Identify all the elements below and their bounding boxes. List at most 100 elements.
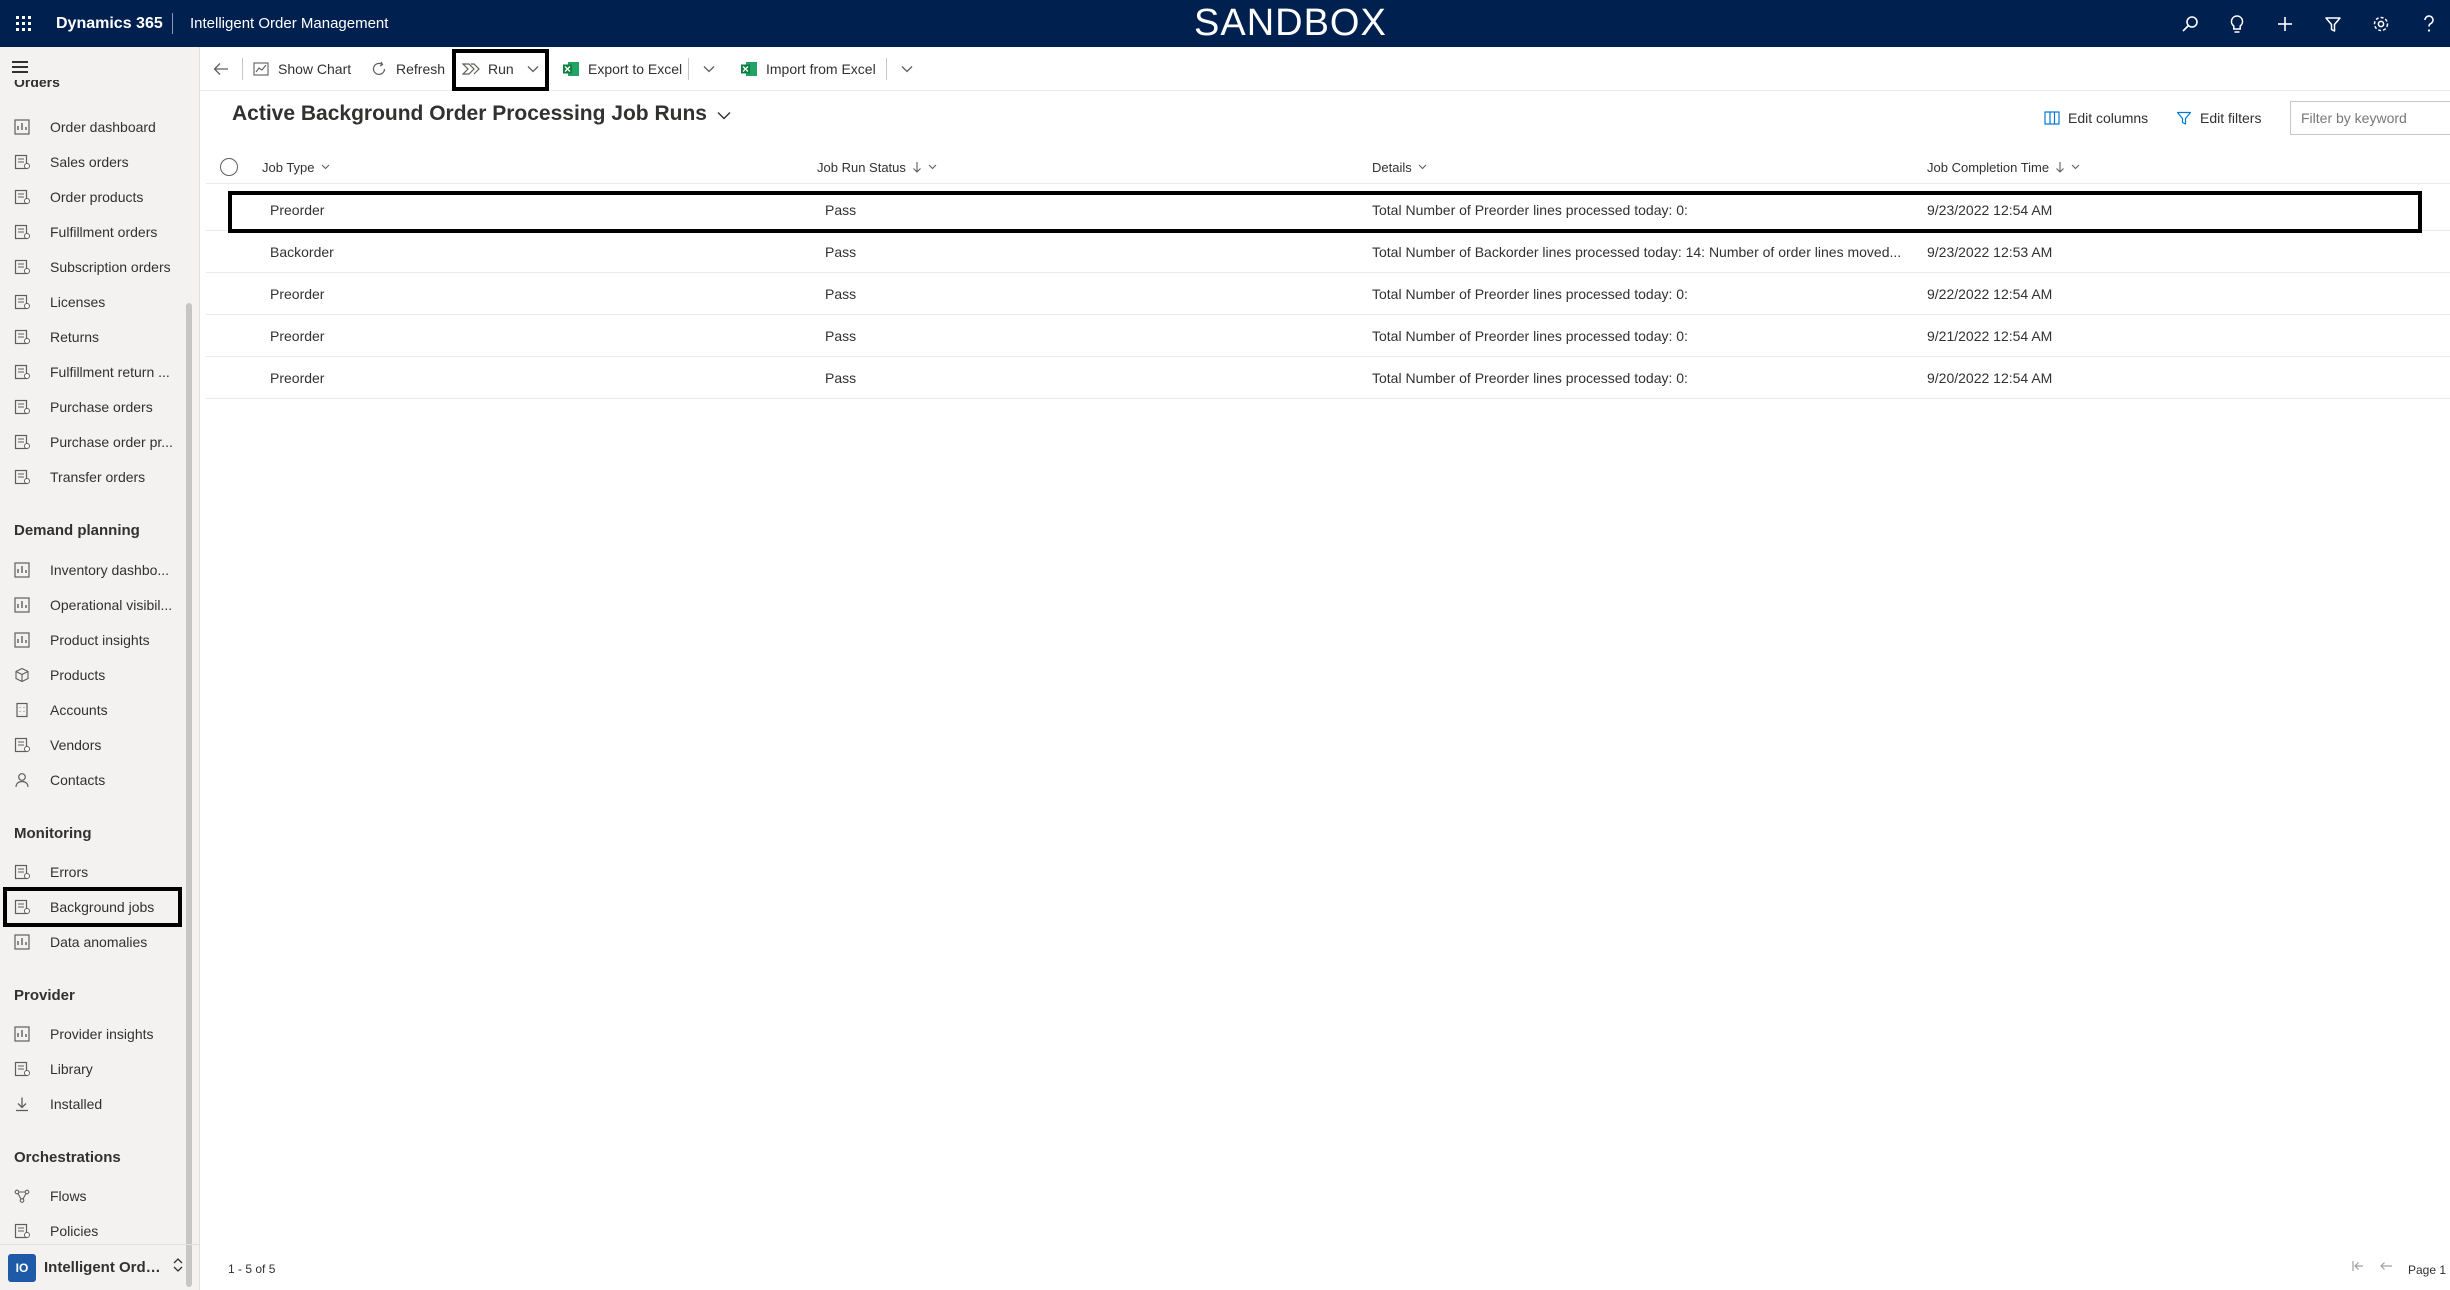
list-icon bbox=[12, 862, 32, 882]
job-type-cell[interactable]: Preorder bbox=[270, 273, 810, 315]
sidebar-item-label: Purchase order pr... bbox=[50, 434, 173, 450]
sidebar-item-label: Provider insights bbox=[50, 1026, 154, 1042]
job-type-cell[interactable]: Backorder bbox=[270, 231, 810, 273]
sidebar-item-operational-visibility[interactable]: Operational visibil... bbox=[8, 589, 180, 621]
sidebar-item-data-anomalies[interactable]: Data anomalies bbox=[8, 926, 180, 958]
sidebar-item-provider-insights[interactable]: Provider insights bbox=[8, 1018, 180, 1050]
gear-icon[interactable] bbox=[2366, 9, 2396, 39]
sidebar-item-licenses[interactable]: Licenses bbox=[8, 286, 180, 318]
sidebar-item-product-insights[interactable]: Product insights bbox=[8, 624, 180, 656]
command-bar: Show Chart Refresh Run Export to Excel I… bbox=[200, 47, 2450, 91]
details-cell: Total Number of Preorder lines processed… bbox=[1372, 328, 1688, 344]
search-icon[interactable] bbox=[2175, 9, 2205, 39]
edit-filters-button[interactable]: Edit filters bbox=[2176, 106, 2261, 130]
back-button[interactable] bbox=[212, 47, 238, 91]
edit-columns-button[interactable]: Edit columns bbox=[2044, 106, 2148, 130]
sidebar-scrollbar[interactable] bbox=[186, 303, 192, 1287]
sidebar-item-order-dashboard[interactable]: Order dashboard bbox=[8, 111, 180, 143]
list-icon bbox=[12, 362, 32, 382]
sidebar-item-label: Order dashboard bbox=[50, 119, 156, 135]
sidebar-item-flows[interactable]: Flows bbox=[8, 1180, 180, 1212]
filter-icon[interactable] bbox=[2318, 9, 2348, 39]
filter-by-keyword-input[interactable] bbox=[2290, 101, 2450, 135]
job-type-cell[interactable]: Preorder bbox=[270, 357, 810, 399]
import-from-excel-button[interactable]: Import from Excel bbox=[740, 47, 876, 91]
selected-row-highlight bbox=[228, 191, 2422, 233]
sidebar-item-label: Transfer orders bbox=[50, 469, 146, 485]
job-run-status-cell: Pass bbox=[825, 370, 857, 386]
column-header-job-completion-time[interactable]: Job Completion Time bbox=[1927, 150, 2080, 184]
app-launcher-button[interactable] bbox=[0, 0, 47, 47]
sidebar-item-fulfillment-returns[interactable]: Fulfillment return ... bbox=[8, 356, 180, 388]
column-header-details[interactable]: Details bbox=[1372, 150, 1427, 184]
column-header-job-type[interactable]: Job Type bbox=[262, 150, 330, 184]
area-switcher[interactable]: IO Intelligent Order ... bbox=[0, 1244, 200, 1290]
refresh-button[interactable]: Refresh bbox=[370, 47, 445, 91]
sidebar-item-sales-orders[interactable]: Sales orders bbox=[8, 146, 180, 178]
app-name[interactable]: Intelligent Order Management bbox=[190, 0, 388, 47]
filter-icon bbox=[2176, 110, 2192, 126]
product-brand[interactable]: Dynamics 365 bbox=[56, 0, 163, 47]
sidebar-item-contacts[interactable]: Contacts bbox=[8, 764, 180, 796]
show-chart-button[interactable]: Show Chart bbox=[252, 47, 351, 91]
table-row[interactable]: Backorder Pass Total Number of Backorder… bbox=[206, 231, 2450, 273]
dashboard-icon bbox=[12, 117, 32, 137]
cube-icon bbox=[12, 665, 32, 685]
list-icon bbox=[12, 152, 32, 172]
details-cell: Total Number of Backorder lines processe… bbox=[1372, 244, 1902, 260]
dashboard-icon bbox=[12, 1024, 32, 1044]
list-icon bbox=[12, 257, 32, 277]
lightbulb-icon[interactable] bbox=[2222, 9, 2252, 39]
job-run-status-cell: Pass bbox=[825, 328, 857, 344]
sidebar-item-library[interactable]: Library bbox=[8, 1053, 180, 1085]
back-arrow-icon bbox=[2379, 1259, 2393, 1277]
export-to-excel-button[interactable]: Export to Excel bbox=[562, 47, 682, 91]
chart-icon bbox=[252, 60, 270, 78]
select-all-checkbox[interactable] bbox=[220, 158, 238, 176]
job-completion-time-cell: 9/21/2022 12:54 AM bbox=[1927, 328, 2053, 344]
table-row[interactable]: Preorder Pass Total Number of Preorder l… bbox=[206, 357, 2450, 399]
chevron-down-icon bbox=[717, 102, 731, 126]
sidebar-item-policies[interactable]: Policies bbox=[8, 1215, 180, 1247]
sidebar-item-fulfillment-orders[interactable]: Fulfillment orders bbox=[8, 216, 180, 248]
sidebar-item-vendors[interactable]: Vendors bbox=[8, 729, 180, 761]
sidebar-item-order-products[interactable]: Order products bbox=[8, 181, 180, 213]
sidebar-item-label: Fulfillment return ... bbox=[50, 364, 170, 380]
table-row[interactable]: Preorder Pass Total Number of Preorder l… bbox=[206, 315, 2450, 357]
site-map-sidebar: Orders Order dashboard Sales orders Orde… bbox=[0, 47, 200, 1290]
edit-filters-label: Edit filters bbox=[2200, 110, 2262, 126]
sidebar-item-inventory-dashboard[interactable]: Inventory dashbo... bbox=[8, 554, 180, 586]
sidebar-item-purchase-orders[interactable]: Purchase orders bbox=[8, 391, 180, 423]
import-dropdown-button[interactable] bbox=[898, 47, 924, 91]
background-jobs-highlight bbox=[3, 887, 182, 927]
hamburger-menu-icon[interactable] bbox=[12, 61, 32, 77]
plus-icon[interactable] bbox=[2270, 9, 2300, 39]
previous-page-button[interactable] bbox=[2374, 1256, 2398, 1280]
sidebar-item-purchase-order-products[interactable]: Purchase order pr... bbox=[8, 426, 180, 458]
help-icon[interactable] bbox=[2414, 9, 2444, 39]
sidebar-item-label: Policies bbox=[50, 1223, 99, 1239]
sidebar-item-label: Subscription orders bbox=[50, 259, 171, 275]
table-row[interactable]: Preorder Pass Total Number of Preorder l… bbox=[206, 273, 2450, 315]
column-label: Job Run Status bbox=[817, 159, 906, 175]
grid-header: Job Type Job Run Status Details Job Comp… bbox=[206, 150, 2450, 184]
column-header-job-run-status[interactable]: Job Run Status bbox=[817, 150, 937, 184]
area-name: Intelligent Order ... bbox=[44, 1259, 166, 1276]
first-page-button[interactable] bbox=[2346, 1256, 2370, 1280]
job-completion-time-cell: 9/22/2022 12:54 AM bbox=[1927, 286, 2053, 302]
sidebar-item-products[interactable]: Products bbox=[8, 659, 180, 691]
page-title: Active Background Order Processing Job R… bbox=[232, 102, 707, 125]
export-dropdown-button[interactable] bbox=[700, 47, 726, 91]
sidebar-item-subscription-orders[interactable]: Subscription orders bbox=[8, 251, 180, 283]
sidebar-item-transfer-orders[interactable]: Transfer orders bbox=[8, 461, 180, 493]
view-selector[interactable]: Active Background Order Processing Job R… bbox=[232, 102, 731, 126]
sidebar-item-accounts[interactable]: Accounts bbox=[8, 694, 180, 726]
show-chart-label: Show Chart bbox=[278, 61, 352, 77]
job-type-cell[interactable]: Preorder bbox=[270, 315, 810, 357]
sidebar-item-errors[interactable]: Errors bbox=[8, 856, 180, 888]
sidebar-item-returns[interactable]: Returns bbox=[8, 321, 180, 353]
sidebar-item-installed[interactable]: Installed bbox=[8, 1088, 180, 1120]
waffle-icon bbox=[16, 16, 31, 31]
area-badge: IO bbox=[8, 1253, 36, 1282]
chevron-down-icon bbox=[1418, 164, 1427, 170]
